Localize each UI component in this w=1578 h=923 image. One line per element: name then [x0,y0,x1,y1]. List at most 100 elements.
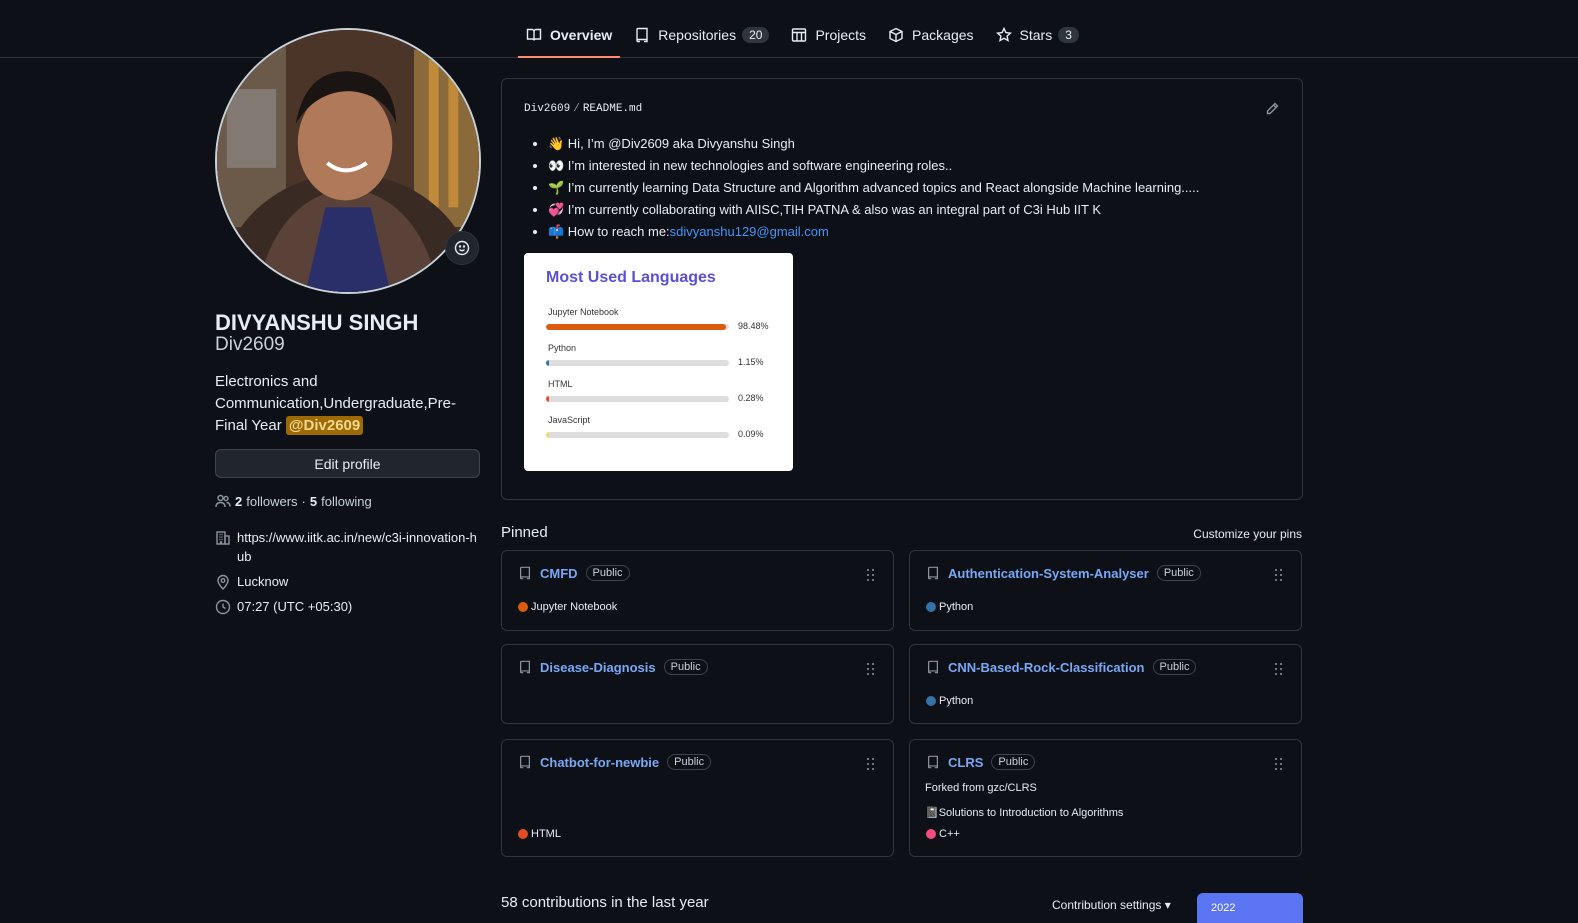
repo-name-link[interactable]: CMFD [540,566,578,581]
pinned-heading: Pinned [501,524,548,541]
most-used-languages-card: Most Used Languages Jupyter Notebook 98.… [524,253,793,471]
set-status-button[interactable] [445,231,479,265]
drag-handle-icon[interactable] [1275,758,1285,770]
repo-icon [520,566,530,580]
language-bar-track [546,324,729,330]
pinned-repo-card: Authentication-System-Analyser Public Py… [909,550,1302,631]
drag-handle-icon[interactable] [867,758,877,770]
readme-path-separator: / [573,103,580,115]
readme-filename[interactable]: README.md [583,103,642,115]
location-text: Lucknow [237,574,289,589]
avatar[interactable] [215,28,481,294]
edit-readme-button[interactable] [1264,101,1280,117]
language-name: JavaScript [548,415,591,425]
tab-projects[interactable]: Projects [783,18,874,52]
readme-item: 💞️ I’m currently collaborating with AIIS… [548,199,1199,221]
pin-header: Authentication-System-Analyser Public [926,565,1201,581]
table-icon [792,28,807,42]
following-count: 5 [309,493,318,509]
language-bar-fill [546,396,549,402]
readme-owner[interactable]: Div2609 [524,103,570,115]
language-row: Python 1.15% [546,343,776,373]
repo-language-name: Python [939,695,974,707]
drag-handle-icon[interactable] [1275,569,1285,581]
star-icon [995,27,1012,42]
langcard-title: Most Used Languages [546,269,716,286]
visibility-badge: Public [1152,659,1197,675]
repo-language-name: Python [939,601,974,613]
pin-header: CLRS Public [926,754,1036,770]
tab-projects-label: Projects [815,27,867,43]
pinned-repo-card: CNN-Based-Rock-Classification Public Pyt… [909,644,1302,724]
location-icon [217,574,229,590]
contribution-settings-dropdown[interactable]: Contribution settings ▾ [1052,898,1171,912]
organization-icon [216,531,230,545]
repo-name-link[interactable]: Disease-Diagnosis [540,660,656,675]
repo-name-link[interactable]: Authentication-System-Analyser [948,566,1149,581]
language-bar-track [546,360,729,366]
followers-link[interactable]: 2 followers [235,494,298,509]
language-row: HTML 0.28% [546,379,776,409]
pinned-repo-card: CLRS Public Forked from gzc/CLRS 📓Soluti… [909,739,1302,857]
readme-path: Div2609/README.md [524,103,642,115]
repo-language: HTML [518,828,561,840]
language-color-dot [926,829,936,839]
tab-stars-label: Stars [1019,27,1053,43]
followers-label: followers [246,493,298,509]
language-bar-track [546,396,729,402]
language-bar-fill [546,324,727,330]
drag-handle-icon[interactable] [867,569,877,581]
readme-item: 👋 Hi, I’m @Div2609 aka Divyanshu Singh [548,133,1199,155]
following-link[interactable]: 5 following [310,494,372,509]
website-link[interactable]: https://www.iitk.ac.in/new/c3i-innovatio… [237,528,481,566]
tab-repositories-label: Repositories [658,27,737,43]
customize-pins-button[interactable]: Customize your pins [1193,527,1302,541]
readme-item-text: 👀 I’m interested in new technologies and… [548,158,953,173]
stars-count-badge: 3 [1058,27,1079,43]
pinned-repo-card: CMFD Public Jupyter Notebook [501,550,894,631]
language-name: Python [548,343,577,353]
repo-description: 📓Solutions to Introduction to Algorithms [925,807,1124,819]
tab-stars[interactable]: Stars 3 [988,18,1087,52]
tab-packages[interactable]: Packages [880,18,981,52]
language-bar-fill [546,432,549,438]
readme-item: 📫 How to reach me:sdivyanshu129@gmail.co… [548,221,1199,243]
language-color-dot [518,829,528,839]
repo-icon [928,566,938,580]
readme-item-text: 💞️ I’m currently collaborating with AIIS… [548,202,1102,217]
visibility-badge: Public [667,754,712,770]
visibility-badge: Public [585,565,630,581]
contributions-summary: 58 contributions in the last year [501,894,709,911]
profile-username: Div2609 [215,334,285,355]
follow-separator: · [301,493,306,509]
language-color-dot [518,602,528,612]
language-color-dot [926,602,936,612]
email-link[interactable]: sdivyanshu129@gmail.com [670,224,829,239]
website-detail: https://www.iitk.ac.in/new/c3i-innovatio… [215,528,481,566]
drag-handle-icon[interactable] [867,663,877,675]
tab-overview[interactable]: Overview [518,18,621,58]
language-name: Jupyter Notebook [548,307,619,317]
drag-handle-icon[interactable] [1275,663,1285,675]
tab-overview-label: Overview [550,27,613,43]
pinned-repo-card: Disease-Diagnosis Public [501,644,894,724]
profile-readme: Div2609/README.md 👋 Hi, I’m @Div2609 aka… [501,78,1303,500]
pin-header: Chatbot-for-newbie Public [518,754,712,770]
repo-icon [520,755,530,769]
tab-repositories[interactable]: Repositories 20 [626,18,777,52]
visibility-badge: Public [991,754,1036,770]
repo-language: Python [926,695,973,707]
repo-name-link[interactable]: CNN-Based-Rock-Classification [948,660,1145,675]
year-selector-2022[interactable]: 2022 [1197,893,1303,923]
pin-header: CMFD Public [518,565,630,581]
repo-name-link[interactable]: Chatbot-for-newbie [540,755,659,770]
bio-mention[interactable]: @Div2609 [285,416,364,435]
fork-source-link[interactable]: Forked from gzc/CLRS [925,782,1037,794]
edit-profile-button[interactable]: Edit profile [215,449,480,478]
language-name: HTML [548,379,573,389]
language-bar-track [546,432,729,438]
people-icon [215,494,231,508]
repo-language-name: Jupyter Notebook [531,601,618,613]
repo-name-link[interactable]: CLRS [948,755,983,770]
repo-language-name: HTML [531,828,561,840]
